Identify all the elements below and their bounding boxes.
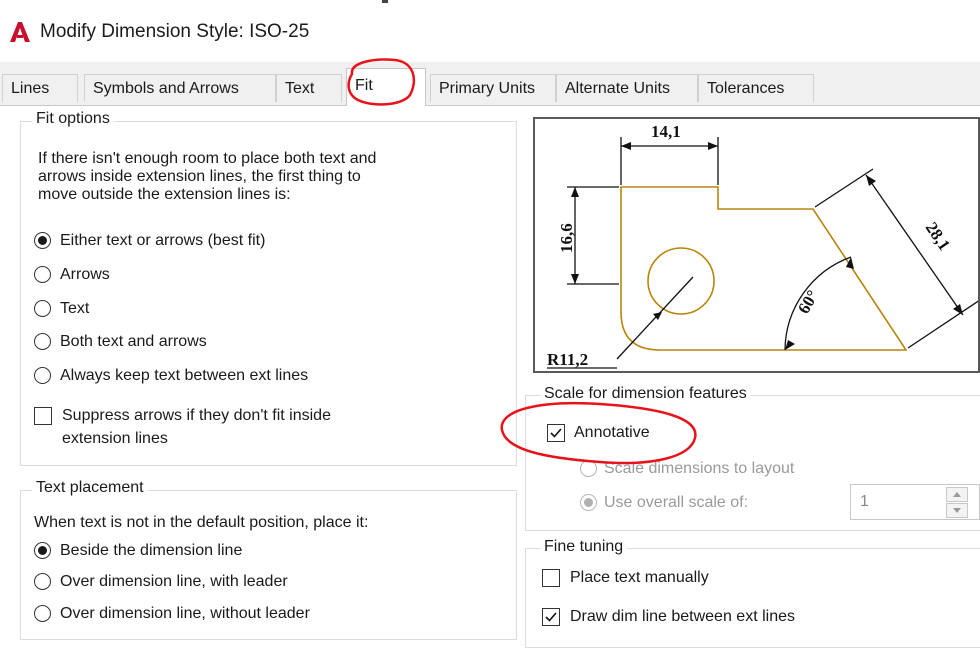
scale-legend: Scale for dimension features — [540, 385, 751, 403]
annotative-label[interactable]: Annotative — [574, 423, 650, 442]
tab-text[interactable]: Text — [276, 74, 342, 102]
spin-up-icon[interactable] — [946, 487, 968, 502]
radio-over-without-leader-label[interactable]: Over dimension line, without leader — [60, 604, 310, 623]
radio-arrows[interactable] — [34, 266, 51, 283]
preview-part-outline — [620, 186, 908, 351]
radio-always-keep-text[interactable] — [34, 367, 51, 384]
title-bar-top-mark — [382, 0, 388, 3]
radio-over-without-leader[interactable] — [34, 605, 51, 622]
radio-beside-dimension-line[interactable] — [34, 542, 51, 559]
draw-dim-line-checkbox[interactable] — [542, 608, 560, 626]
place-text-manually-checkbox[interactable] — [542, 569, 560, 587]
tab-lines[interactable]: Lines — [2, 74, 78, 102]
tab-alternate-units[interactable]: Alternate Units — [556, 74, 698, 102]
preview-dim-right: 28,1 — [922, 219, 954, 254]
radio-text-label[interactable]: Text — [60, 299, 89, 318]
preview-dim-left: 16,6 — [557, 223, 576, 253]
radio-scale-to-layout[interactable] — [580, 460, 597, 477]
annotative-checkbox[interactable] — [547, 424, 565, 442]
spin-down-icon[interactable] — [946, 503, 968, 518]
overall-scale-value: 1 — [860, 493, 869, 510]
radio-overall-scale-label[interactable]: Use overall scale of: — [604, 493, 748, 512]
window-title: Modify Dimension Style: ISO-25 — [40, 21, 310, 42]
suppress-arrows-label-line-2[interactable]: extension lines — [62, 429, 168, 448]
radio-both-text-and-arrows[interactable] — [34, 333, 51, 350]
tab-primary-units[interactable]: Primary Units — [430, 74, 556, 102]
preview-dimension-lines — [567, 137, 978, 360]
fit-description-line-2: arrows inside extension lines, the first… — [38, 168, 361, 185]
text-placement-description: When text is not in the default position… — [34, 514, 369, 531]
dimension-preview: 14,1 16,6 28,1 60° R11,2 — [533, 117, 980, 373]
suppress-arrows-label-line-1[interactable]: Suppress arrows if they don't fit inside — [62, 406, 331, 425]
fine-tuning-group — [525, 548, 980, 648]
preview-dim-radius: R11,2 — [547, 350, 588, 369]
radio-overall-scale[interactable] — [580, 494, 597, 511]
fit-description-line-1: If there isn't enough room to place both… — [38, 150, 377, 167]
preview-dim-top: 14,1 — [651, 122, 681, 141]
radio-always-keep-text-label[interactable]: Always keep text between ext lines — [60, 366, 308, 385]
draw-dim-line-label[interactable]: Draw dim line between ext lines — [570, 607, 795, 626]
tab-strip-border — [0, 105, 980, 106]
radio-over-with-leader[interactable] — [34, 573, 51, 590]
radio-scale-to-layout-label[interactable]: Scale dimensions to layout — [604, 459, 794, 478]
fine-tuning-legend: Fine tuning — [540, 538, 628, 556]
fit-description-line-3: move outside the extension lines is: — [38, 186, 291, 203]
text-placement-legend: Text placement — [32, 479, 148, 497]
suppress-arrows-checkbox[interactable] — [34, 407, 52, 425]
radio-either-text-or-arrows[interactable] — [34, 232, 51, 249]
radio-text[interactable] — [34, 300, 51, 317]
radio-over-with-leader-label[interactable]: Over dimension line, with leader — [60, 572, 288, 591]
autocad-logo-icon — [8, 20, 32, 44]
fit-options-legend: Fit options — [32, 110, 114, 128]
place-text-manually-label[interactable]: Place text manually — [570, 568, 709, 587]
radio-beside-dimension-line-label[interactable]: Beside the dimension line — [60, 541, 242, 560]
preview-arrowheads — [571, 142, 963, 350]
tab-symbols-and-arrows[interactable]: Symbols and Arrows — [84, 74, 276, 102]
tab-tolerances[interactable]: Tolerances — [698, 74, 814, 102]
preview-dim-angle: 60° — [794, 287, 822, 317]
radio-either-text-or-arrows-label[interactable]: Either text or arrows (best fit) — [60, 231, 265, 250]
radio-arrows-label[interactable]: Arrows — [60, 265, 110, 284]
radio-both-text-and-arrows-label[interactable]: Both text and arrows — [60, 332, 207, 351]
tab-fit[interactable]: Fit — [346, 68, 426, 106]
